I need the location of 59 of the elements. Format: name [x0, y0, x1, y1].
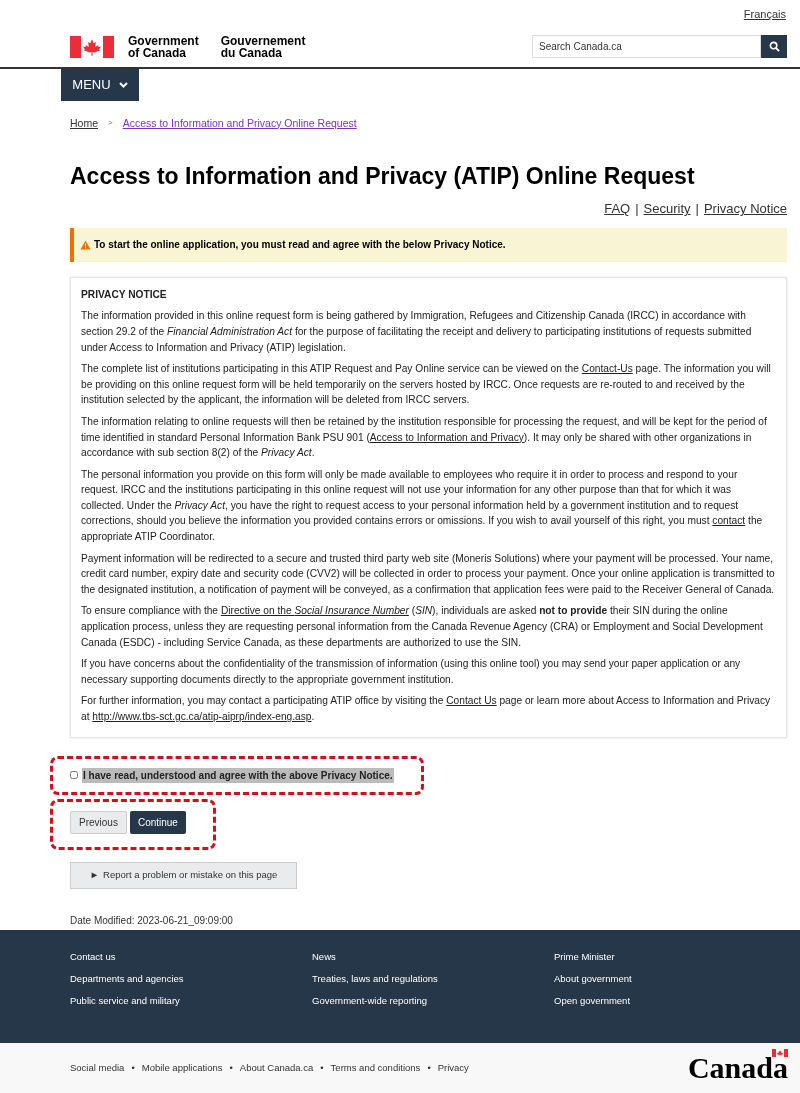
menu-button[interactable]: MENU — [61, 68, 139, 101]
footer-link[interactable]: Prime Minister — [554, 950, 754, 964]
bullet-separator: • — [131, 1060, 135, 1075]
footer-link[interactable]: About government — [554, 972, 754, 986]
continue-button[interactable]: Continue — [129, 810, 186, 834]
breadcrumb-separator: > — [108, 117, 113, 130]
notice-paragraph: To ensure compliance with the Directive on the Social Insurance Number (SIN), individuals are asked not to provide their SIN during the online application process, unless they are requesting personal information from the Canada Revenue Agency (CRA) or Employment and Social Development Canada (ESDC) - including Service Canada, as these departments are authorized to use the SIN. — [81, 604, 764, 650]
chevron-down-icon — [118, 81, 128, 88]
canada-wordmark: Canada — [687, 1053, 788, 1083]
search-icon — [768, 41, 780, 52]
notice-paragraph: If you have concerns about the confidentiality of the transmission of information (using this online tool) you may send your paper application or any necessary supporting documents directly to the appropriate government institution. — [81, 657, 742, 687]
header-link[interactable]: FAQ — [604, 199, 631, 219]
link-separator: | — [695, 200, 699, 219]
footer-link[interactable]: Departments and agencies — [70, 972, 312, 986]
logo-french: Gouvernement du Canada — [220, 34, 306, 59]
header-link[interactable]: Security — [643, 199, 691, 219]
agree-checkbox[interactable] — [70, 771, 78, 780]
footer-link[interactable]: News — [312, 950, 554, 964]
inline-link[interactable]: Directive on the Social Insurance Number — [220, 605, 409, 617]
notice-paragraph: The personal information you provide on this form will only be made available to employees who require it in order to process and respond to your request. IRCC and the institutions participating in this online request will not use your information for any other purpose than that for which it was collected. Under the Privacy Act, you have the right to request access to your personal information held by a government institution and to request corrections, should you believe the information you provided contains errors or omissions. If you wish to avail yourself of this right, you must contact the appropriate ATIP Coordinator. — [81, 467, 764, 545]
notice-paragraph: For further information, you may contact a participating ATIP office by visiting the Contact Us page or learn more about Access to Information and Privacy at http://www.tbs-sct.gc.ca/atip-aiprp/index-eng.asp. — [81, 694, 772, 724]
bullet-separator: • — [320, 1060, 324, 1075]
inline-link[interactable]: Contact Us — [446, 695, 497, 707]
footer-bottom-link[interactable]: Mobile applications — [141, 1060, 223, 1076]
alert-text: To start the online application, you must read and agree with the below Privacy Notice. — [94, 238, 506, 253]
page-title: Access to Information and Privacy (ATIP) Online Request — [70, 162, 696, 192]
footer-bottom-link[interactable]: Terms and conditions — [330, 1060, 421, 1076]
date-modified: Date Modified: 2023-06-21_09:09:00 — [70, 913, 234, 928]
footer-link[interactable]: Government-wide reporting — [312, 994, 554, 1008]
search-field[interactable]: Search Canada.ca — [532, 35, 761, 58]
bullet-separator: • — [229, 1060, 233, 1075]
previous-button[interactable]: Previous — [70, 810, 127, 834]
bullet-separator: • — [427, 1060, 431, 1075]
inline-link[interactable]: Contact-Us — [581, 363, 633, 375]
search-button[interactable] — [761, 35, 787, 58]
inline-link[interactable]: contact — [712, 515, 746, 527]
link-separator: | — [635, 200, 639, 219]
footer-bottom-link[interactable]: Privacy — [437, 1060, 469, 1076]
language-link[interactable]: Français — [743, 6, 786, 23]
notice-paragraph: The complete list of institutions participating in this ATIP Request and Pay Online service can be viewed on the Contact-Us page. The information you will be providing on this online request form will be held temporarily on the servers hosted by IRCC. Once requests are re-routed to and received by the institution selected by the applicant, the information will be deleted from IRCC servers. — [81, 362, 772, 408]
notice-paragraph: The information relating to online requests will then be retained by the institution responsible for processing the request, and will be kept for the period of time identified in standard Personal Information Bank PSU 901 (Access to Information and Privacy). It may only be shared with other organizations in accordance with sub section 8(2) of the Privacy Act. — [81, 414, 768, 461]
canada-flag-icon — [70, 35, 114, 58]
logo-english: Government of Canada — [128, 34, 199, 59]
footer-link[interactable]: Treaties, laws and regulations — [312, 972, 554, 986]
warning-icon — [80, 239, 91, 250]
footer-link[interactable]: Contact us — [70, 950, 312, 964]
breadcrumb-link[interactable]: Home — [70, 115, 98, 132]
footer-bottom-link[interactable]: Social media — [70, 1060, 125, 1076]
notice-paragraph: The information provided in this online request form is being gathered by Immigration, Refugees and Citizenship Canada (IRCC) in accordance with section 29.2 of the Financial Administration Act for the purpose of facilitating the receipt and delivery to participating institutions of requests submitted under Access to Information and Privacy (ATIP) legislation. — [81, 309, 753, 355]
agree-label: I have read, understood and agree with the above Privacy Notice. — [82, 767, 394, 783]
notice-heading: PRIVACY NOTICE — [81, 287, 168, 302]
report-problem-button[interactable]: ► Report a problem or mistake on this page — [70, 861, 297, 889]
flag-icon — [772, 1049, 788, 1057]
notice-paragraph: Payment information will be redirected to a secure and trusted third party web site (Moneris Solutions) where your payment will be processed. Your name, credit card number, expiry date and security code (CVV2) will be collected in order to process your payment. Once your online application is transmitted to the designated institution, a notification of payment will be conveyed, as a confirmation that application fees were paid to the Receiver General of Canada. — [81, 551, 776, 597]
footer-bottom-link[interactable]: About Canada.ca — [239, 1060, 314, 1076]
footer-link[interactable]: Public service and military — [70, 994, 312, 1008]
breadcrumb-link[interactable]: Access to Information and Privacy Online Request — [122, 115, 357, 132]
footer-link[interactable]: Open government — [554, 994, 754, 1008]
header-link[interactable]: Privacy Notice — [703, 199, 787, 219]
